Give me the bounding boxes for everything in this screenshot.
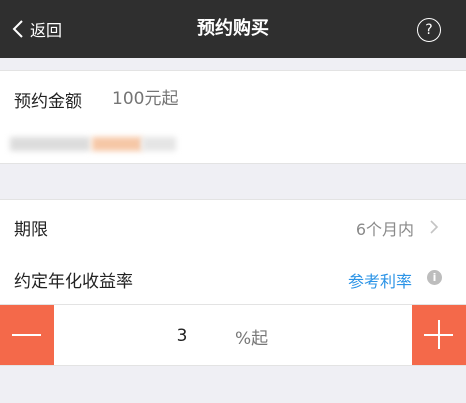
decrement-button[interactable]: [0, 305, 54, 365]
masked-info-row: [0, 125, 466, 164]
period-label: 期限: [14, 220, 48, 240]
reference-rate-link[interactable]: 参考利率: [348, 268, 412, 292]
period-value: 6个月内: [355, 220, 414, 239]
increment-button[interactable]: [412, 305, 466, 365]
rate-suffix: %起: [235, 329, 269, 349]
page-title: 预约购买: [197, 18, 269, 39]
amount-label: 预约金额: [14, 92, 82, 112]
period-row[interactable]: 期限 6个月内: [0, 199, 466, 253]
top-nav-bar: 返回 预约购买 ?: [0, 0, 466, 58]
rate-value-input[interactable]: [160, 323, 204, 349]
rate-label: 约定年化收益率: [14, 272, 133, 292]
amount-row: 预约金额: [0, 70, 466, 126]
info-icon[interactable]: i: [427, 270, 442, 285]
help-icon[interactable]: ?: [417, 18, 441, 42]
masked-text: [142, 137, 176, 151]
amount-input[interactable]: [110, 83, 414, 115]
plus-icon: [438, 320, 440, 349]
masked-text: [92, 137, 142, 151]
rate-row: 约定年化收益率 参考利率 i: [0, 252, 466, 305]
masked-text: [10, 137, 90, 151]
rate-stepper: %起: [0, 305, 466, 366]
chevron-right-icon: [430, 220, 439, 234]
